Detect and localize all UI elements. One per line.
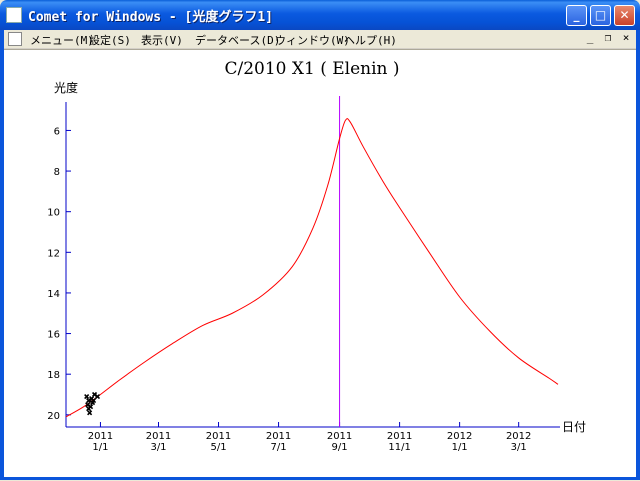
x-tick-label: 2011: [146, 431, 171, 442]
app-chart-icon[interactable]: [6, 7, 22, 23]
menu-view[interactable]: 表示(V): [141, 32, 183, 48]
x-tick-label: 2011: [387, 431, 412, 442]
mdi-minimize-button[interactable]: _: [582, 31, 598, 45]
predicted-magnitude-curve: [65, 118, 559, 418]
x-tick-label: 3/1: [150, 442, 166, 453]
x-tick-label: 1/1: [92, 442, 108, 453]
x-tick-label: 1/1: [452, 442, 468, 453]
x-tick-label: 2011: [206, 431, 231, 442]
menu-help[interactable]: ヘルプ(H): [344, 32, 397, 48]
y-tick-label: 10: [47, 208, 60, 219]
observation-point: [86, 406, 92, 412]
menu-window[interactable]: ウィンドウ(W): [275, 32, 350, 48]
menu-settings[interactable]: 設定(S): [89, 32, 131, 48]
y-tick-label: 12: [47, 248, 60, 259]
x-tick-label: 2011: [327, 431, 352, 442]
y-tick-label: 20: [47, 411, 60, 422]
x-axis-label: 日付: [562, 420, 586, 434]
chart-client-area: C/2010 X1 ( Elenin ) 光度 日付 6 8 10 12 14 16 18 2…: [4, 49, 636, 477]
x-tick-label: 2012: [506, 431, 531, 442]
x-tick-label: 7/1: [271, 442, 287, 453]
window-titlebar[interactable]: Comet for Windows - [光度グラフ1] _ □ ✕: [0, 0, 640, 30]
x-tick-label: 9/1: [332, 442, 348, 453]
brightness-chart: C/2010 X1 ( Elenin ) 光度 日付 6 8 10 12 14 16 18 2…: [47, 59, 586, 453]
window-title: Comet for Windows - [光度グラフ1]: [28, 10, 274, 25]
menu-bar: メニュー(M) 設定(S) 表示(V) データベース(D) ウィンドウ(W) ヘ…: [4, 30, 636, 49]
y-tick-label: 6: [54, 126, 60, 137]
x-tick-label: 2011: [266, 431, 291, 442]
menu-menu[interactable]: メニュー(M): [30, 32, 94, 48]
x-tick-label: 2012: [447, 431, 472, 442]
x-tick-label: 11/1: [388, 442, 410, 453]
y-tick-label: 18: [47, 370, 60, 381]
y-tick-label: 16: [47, 330, 60, 341]
x-tick-label: 3/1: [511, 442, 527, 453]
maximize-button[interactable]: □: [590, 5, 611, 26]
close-button[interactable]: ✕: [614, 5, 635, 26]
y-axis-label: 光度: [54, 80, 78, 95]
minimize-button[interactable]: _: [566, 5, 587, 26]
x-tick-label: 2011: [88, 431, 113, 442]
x-tick-label: 5/1: [210, 442, 226, 453]
menu-database[interactable]: データベース(D): [195, 32, 280, 48]
window-frame-right: [636, 30, 640, 480]
observation-point: [84, 393, 90, 400]
y-tick-label: 8: [54, 167, 60, 178]
observation-point: [87, 410, 93, 416]
mdi-restore-button[interactable]: ❐: [600, 31, 616, 45]
mdi-close-button[interactable]: ×: [618, 31, 634, 45]
chart-title: C/2010 X1 ( Elenin ): [224, 59, 399, 79]
document-chart-icon[interactable]: [8, 32, 22, 46]
y-tick-label: 14: [47, 289, 60, 300]
